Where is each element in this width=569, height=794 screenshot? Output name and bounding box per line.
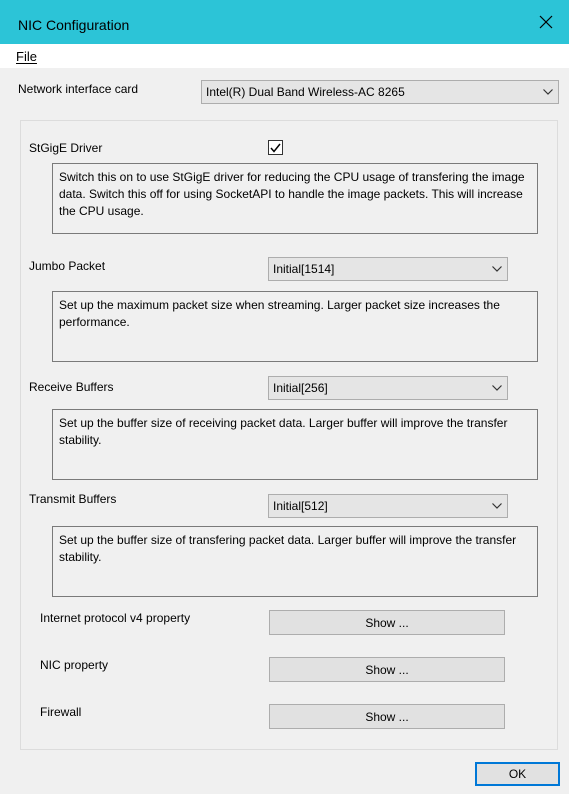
firewall-show-button[interactable]: Show ... [269,704,505,729]
receive-description: Set up the buffer size of receiving pack… [52,409,538,480]
window-title: NIC Configuration [18,17,130,33]
transmit-description: Set up the buffer size of transfering pa… [52,526,538,597]
menu-file[interactable]: File [16,49,37,64]
jumbo-description: Set up the maximum packet size when stre… [52,291,538,362]
ok-button[interactable]: OK [475,762,560,786]
transmit-select-value: Initial[512] [273,499,328,513]
nic-label: Network interface card [18,82,139,96]
nic-select[interactable]: Intel(R) Dual Band Wireless-AC 8265 [201,80,559,104]
checkmark-icon [270,143,281,153]
receive-select-value: Initial[256] [273,381,328,395]
chevron-down-icon [487,377,507,399]
nic-select-value: Intel(R) Dual Band Wireless-AC 8265 [206,85,405,99]
menu-bar: File [0,44,569,68]
jumbo-label: Jumbo Packet [29,259,106,273]
stgige-label: StGigE Driver [29,141,103,155]
chevron-down-icon [538,81,558,103]
firewall-label: Firewall [40,705,82,719]
settings-group: StGigE Driver Switch this on to use StGi… [20,120,558,750]
chevron-down-icon [487,495,507,517]
transmit-select[interactable]: Initial[512] [268,494,508,518]
ipv4-show-button[interactable]: Show ... [269,610,505,635]
receive-label: Receive Buffers [29,380,114,394]
jumbo-select-value: Initial[1514] [273,262,335,276]
dialog-body: Network interface card Intel(R) Dual Ban… [0,68,569,794]
close-button[interactable] [523,0,569,44]
nic-property-label: NIC property [40,658,109,672]
chevron-down-icon [487,258,507,280]
transmit-label: Transmit Buffers [29,492,117,506]
nic-property-show-button[interactable]: Show ... [269,657,505,682]
title-bar: NIC Configuration [0,0,569,44]
ipv4-label: Internet protocol v4 property [40,611,191,625]
stgige-description: Switch this on to use StGigE driver for … [52,163,538,234]
stgige-checkbox[interactable] [268,140,283,155]
close-icon [539,15,553,29]
jumbo-select[interactable]: Initial[1514] [268,257,508,281]
receive-select[interactable]: Initial[256] [268,376,508,400]
